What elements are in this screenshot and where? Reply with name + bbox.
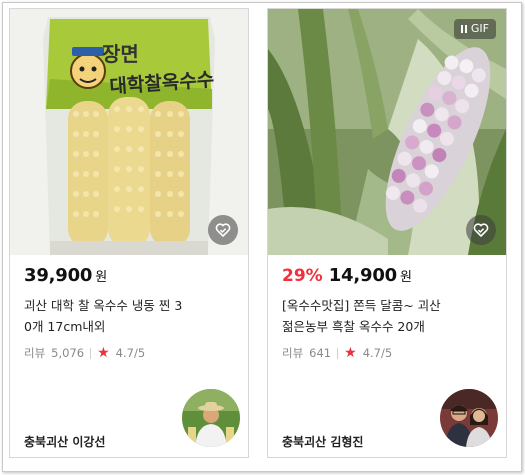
seller-name[interactable]: 충북괴산 이강선 [24, 433, 105, 450]
wishlist-button[interactable] [208, 215, 238, 245]
package-text-top: 장면 [102, 42, 139, 66]
seller-photo [182, 389, 240, 447]
price-row: 29% 14,900 원 [282, 265, 412, 286]
heart-check-icon [215, 223, 231, 237]
pause-icon [460, 25, 467, 33]
review-count: 5,076 [51, 346, 85, 360]
product-grid: 장면 대학찰옥수수 39,900 원 괴산 대학 찰 옥수수 냉동 찐 3 0개… [2, 2, 522, 472]
rating: 4.7/5 [362, 346, 393, 360]
product-card[interactable]: GIF 29% 14,900 원 [옥수수맛집] 쫀득 달콤~ 괴산 젊은농부 … [267, 8, 507, 458]
product-title-line: 괴산 대학 찰 옥수수 냉동 찐 3 [24, 298, 183, 313]
divider [337, 347, 339, 359]
product-title-line: [옥수수맛집] 쫀득 달콤~ 괴산 [282, 298, 441, 313]
seller-photo [440, 389, 498, 447]
product-title[interactable]: [옥수수맛집] 쫀득 달콤~ 괴산 젊은농부 흑찰 옥수수 20개 [282, 295, 494, 337]
heart-check-icon [473, 223, 489, 237]
review-label: 리뷰 [24, 346, 46, 360]
price-row: 39,900 원 [24, 265, 107, 286]
price: 14,900 [328, 265, 397, 286]
review-summary: 리뷰 5,076 ★ 4.7/5 [24, 345, 145, 361]
star-icon: ★ [97, 345, 110, 361]
star-icon: ★ [344, 345, 357, 361]
seller-name[interactable]: 충북괴산 김형진 [282, 433, 363, 450]
seller-avatar[interactable] [182, 389, 240, 447]
review-label: 리뷰 [282, 346, 304, 360]
product-title-line: 0개 17cm내외 [24, 319, 106, 334]
product-card[interactable]: 장면 대학찰옥수수 39,900 원 괴산 대학 찰 옥수수 냉동 찐 3 0개… [9, 8, 249, 458]
seller-avatar[interactable] [440, 389, 498, 447]
review-summary: 리뷰 641 ★ 4.7/5 [282, 345, 392, 361]
rating: 4.7/5 [115, 346, 146, 360]
price: 39,900 [24, 265, 93, 286]
divider [90, 347, 92, 359]
wishlist-button[interactable] [466, 215, 496, 245]
currency-unit: 원 [95, 270, 108, 285]
product-image[interactable]: GIF [268, 9, 506, 255]
product-title-line: 젊은농부 흑찰 옥수수 20개 [282, 319, 425, 334]
discount-rate: 29% [282, 266, 323, 286]
product-image[interactable]: 장면 대학찰옥수수 [10, 9, 248, 255]
product-title[interactable]: 괴산 대학 찰 옥수수 냉동 찐 3 0개 17cm내외 [24, 295, 236, 337]
gif-toggle-button[interactable]: GIF [453, 19, 496, 39]
currency-unit: 원 [399, 270, 412, 285]
review-count: 641 [309, 346, 332, 360]
gif-label: GIF [470, 22, 489, 35]
